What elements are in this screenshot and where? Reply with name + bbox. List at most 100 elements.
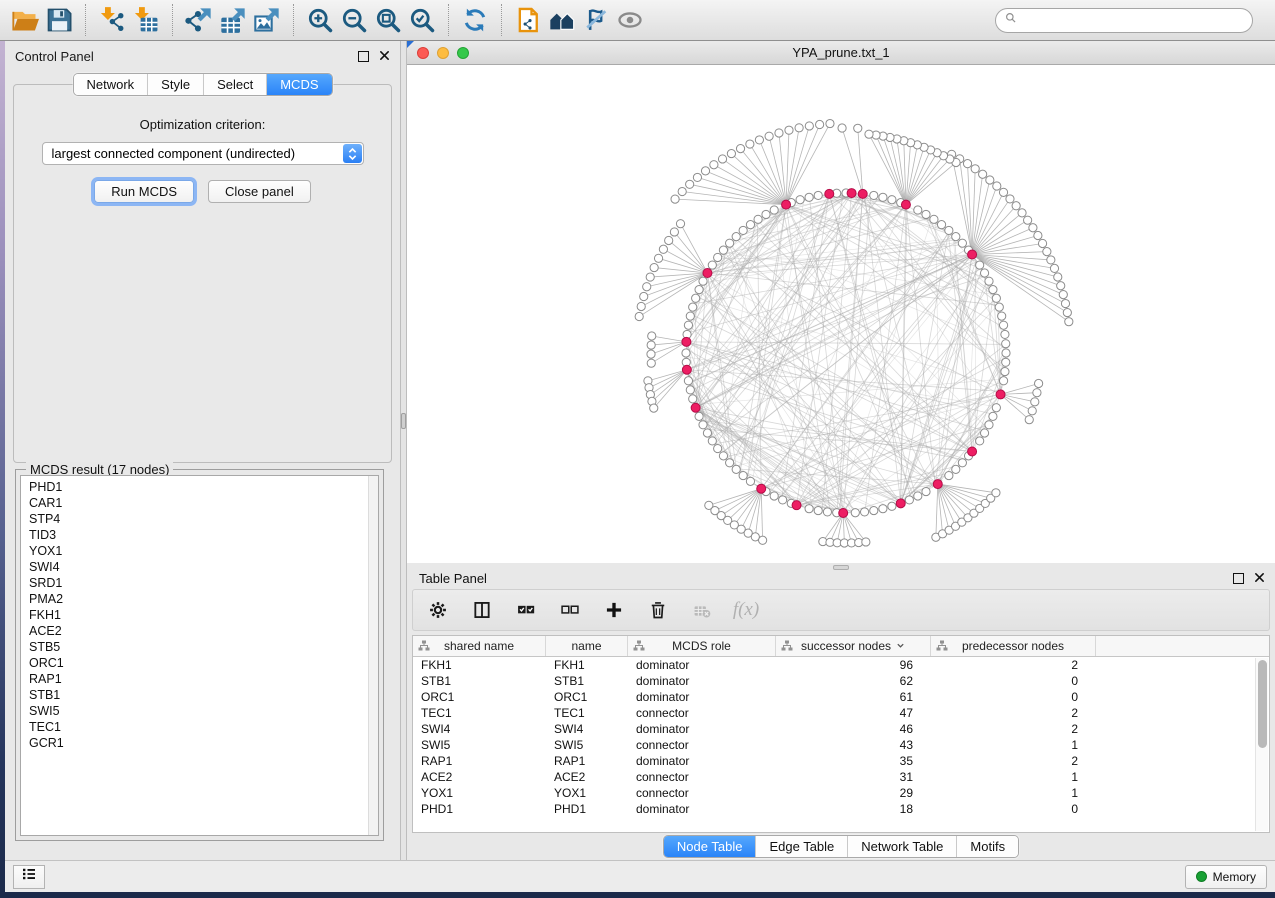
table-cell[interactable]: dominator xyxy=(628,753,776,769)
zoom-out-icon[interactable] xyxy=(337,3,371,37)
table-row[interactable]: RAP1RAP1dominator352 xyxy=(413,753,1269,769)
refresh-icon[interactable] xyxy=(458,3,492,37)
table-cell[interactable]: 46 xyxy=(776,721,931,737)
table-cell[interactable]: ORC1 xyxy=(546,689,628,705)
table-cell[interactable]: SWI5 xyxy=(546,737,628,753)
table-row[interactable]: SWI5SWI5connector431 xyxy=(413,737,1269,753)
clear-selection-icon[interactable] xyxy=(559,599,581,621)
zoom-in-icon[interactable] xyxy=(303,3,337,37)
network-canvas[interactable] xyxy=(407,65,1275,563)
tab-style[interactable]: Style xyxy=(147,74,203,95)
mcds-result-item[interactable]: TID3 xyxy=(29,527,378,543)
mcds-result-item[interactable]: SWI5 xyxy=(29,703,378,719)
column-header-shared-name[interactable]: shared name xyxy=(413,636,546,656)
mcds-list-scrollbar[interactable] xyxy=(368,476,378,835)
mcds-result-item[interactable]: STB1 xyxy=(29,687,378,703)
share-document-icon[interactable] xyxy=(511,3,545,37)
table-cell[interactable]: 47 xyxy=(776,705,931,721)
table-cell[interactable]: SWI4 xyxy=(546,721,628,737)
table-cell[interactable]: STB1 xyxy=(413,673,546,689)
mcds-result-item[interactable]: CAR1 xyxy=(29,495,378,511)
panel-resize-grip[interactable] xyxy=(833,565,849,570)
table-cell[interactable]: 2 xyxy=(931,705,1096,721)
tab-network-table[interactable]: Network Table xyxy=(847,836,956,857)
column-header-successor-nodes[interactable]: successor nodes xyxy=(776,636,931,656)
table-cell[interactable]: TEC1 xyxy=(546,705,628,721)
table-cell[interactable]: ACE2 xyxy=(413,769,546,785)
run-mcds-button[interactable]: Run MCDS xyxy=(94,180,194,203)
export-network-icon[interactable] xyxy=(182,3,216,37)
mcds-result-item[interactable]: PMA2 xyxy=(29,591,378,607)
splitter-grip[interactable] xyxy=(401,413,406,429)
save-icon[interactable] xyxy=(42,3,76,37)
column-header-MCDS-role[interactable]: MCDS role xyxy=(628,636,776,656)
float-panel-icon[interactable] xyxy=(358,51,369,62)
table-cell[interactable]: SWI5 xyxy=(413,737,546,753)
table-cell[interactable]: connector xyxy=(628,769,776,785)
table-cell[interactable]: ORC1 xyxy=(413,689,546,705)
table-row[interactable]: FKH1FKH1dominator962 xyxy=(413,657,1269,673)
open-icon[interactable] xyxy=(8,3,42,37)
table-cell[interactable]: dominator xyxy=(628,801,776,817)
table-cell[interactable]: dominator xyxy=(628,673,776,689)
float-table-panel-icon[interactable] xyxy=(1233,573,1244,584)
table-cell[interactable]: 96 xyxy=(776,657,931,673)
column-header-name[interactable]: name xyxy=(546,636,628,656)
table-cell[interactable]: 35 xyxy=(776,753,931,769)
select-all-icon[interactable] xyxy=(515,599,537,621)
gear-icon[interactable] xyxy=(427,599,449,621)
mcds-result-item[interactable]: ORC1 xyxy=(29,655,378,671)
table-cell[interactable]: YOX1 xyxy=(413,785,546,801)
mcds-result-item[interactable]: SRD1 xyxy=(29,575,378,591)
memory-button[interactable]: Memory xyxy=(1185,865,1267,889)
table-cell[interactable]: dominator xyxy=(628,657,776,673)
table-cell[interactable]: 43 xyxy=(776,737,931,753)
table-cell[interactable]: 2 xyxy=(931,657,1096,673)
table-cell[interactable]: FKH1 xyxy=(413,657,546,673)
table-scrollbar[interactable] xyxy=(1255,658,1268,831)
flag-icon[interactable] xyxy=(579,3,613,37)
search-box[interactable] xyxy=(995,8,1253,33)
table-cell[interactable]: 2 xyxy=(931,753,1096,769)
close-panel-button[interactable]: Close panel xyxy=(208,180,311,203)
table-cell[interactable]: STB1 xyxy=(546,673,628,689)
mcds-result-item[interactable]: FKH1 xyxy=(29,607,378,623)
table-cell[interactable]: ACE2 xyxy=(546,769,628,785)
optimization-criterion-dropdown[interactable]: largest connected component (undirected) xyxy=(42,142,364,165)
export-image-icon[interactable] xyxy=(250,3,284,37)
table-cell[interactable]: 0 xyxy=(931,689,1096,705)
mcds-result-item[interactable]: STB5 xyxy=(29,639,378,655)
mcds-result-item[interactable]: GCR1 xyxy=(29,735,378,751)
close-table-panel-icon[interactable] xyxy=(1254,571,1265,586)
table-cell[interactable]: dominator xyxy=(628,721,776,737)
table-row[interactable]: PHD1PHD1dominator180 xyxy=(413,801,1269,817)
import-network-icon[interactable] xyxy=(95,3,129,37)
table-cell[interactable]: 2 xyxy=(931,721,1096,737)
table-row[interactable]: TEC1TEC1connector472 xyxy=(413,705,1269,721)
table-row[interactable]: ORC1ORC1dominator610 xyxy=(413,689,1269,705)
home-icon[interactable] xyxy=(545,3,579,37)
mcds-result-item[interactable]: STP4 xyxy=(29,511,378,527)
network-window-titlebar[interactable]: YPA_prune.txt_1 xyxy=(407,41,1275,65)
table-cell[interactable]: 61 xyxy=(776,689,931,705)
tab-edge-table[interactable]: Edge Table xyxy=(755,836,847,857)
export-table-icon[interactable] xyxy=(216,3,250,37)
mcds-result-item[interactable]: PHD1 xyxy=(29,479,378,495)
table-cell[interactable]: connector xyxy=(628,705,776,721)
tab-network[interactable]: Network xyxy=(73,74,147,95)
table-cell[interactable]: YOX1 xyxy=(546,785,628,801)
eye-icon[interactable] xyxy=(613,3,647,37)
zoom-fit-icon[interactable] xyxy=(371,3,405,37)
table-cell[interactable]: PHD1 xyxy=(413,801,546,817)
table-row[interactable]: YOX1YOX1connector291 xyxy=(413,785,1269,801)
tab-node-table[interactable]: Node Table xyxy=(664,836,756,857)
table-cell[interactable]: RAP1 xyxy=(413,753,546,769)
table-cell[interactable]: 0 xyxy=(931,801,1096,817)
table-cell[interactable]: TEC1 xyxy=(413,705,546,721)
add-icon[interactable] xyxy=(603,599,625,621)
tab-motifs[interactable]: Motifs xyxy=(956,836,1018,857)
table-cell[interactable]: connector xyxy=(628,785,776,801)
columns-icon[interactable] xyxy=(471,599,493,621)
table-cell[interactable]: 1 xyxy=(931,785,1096,801)
mcds-result-item[interactable]: ACE2 xyxy=(29,623,378,639)
